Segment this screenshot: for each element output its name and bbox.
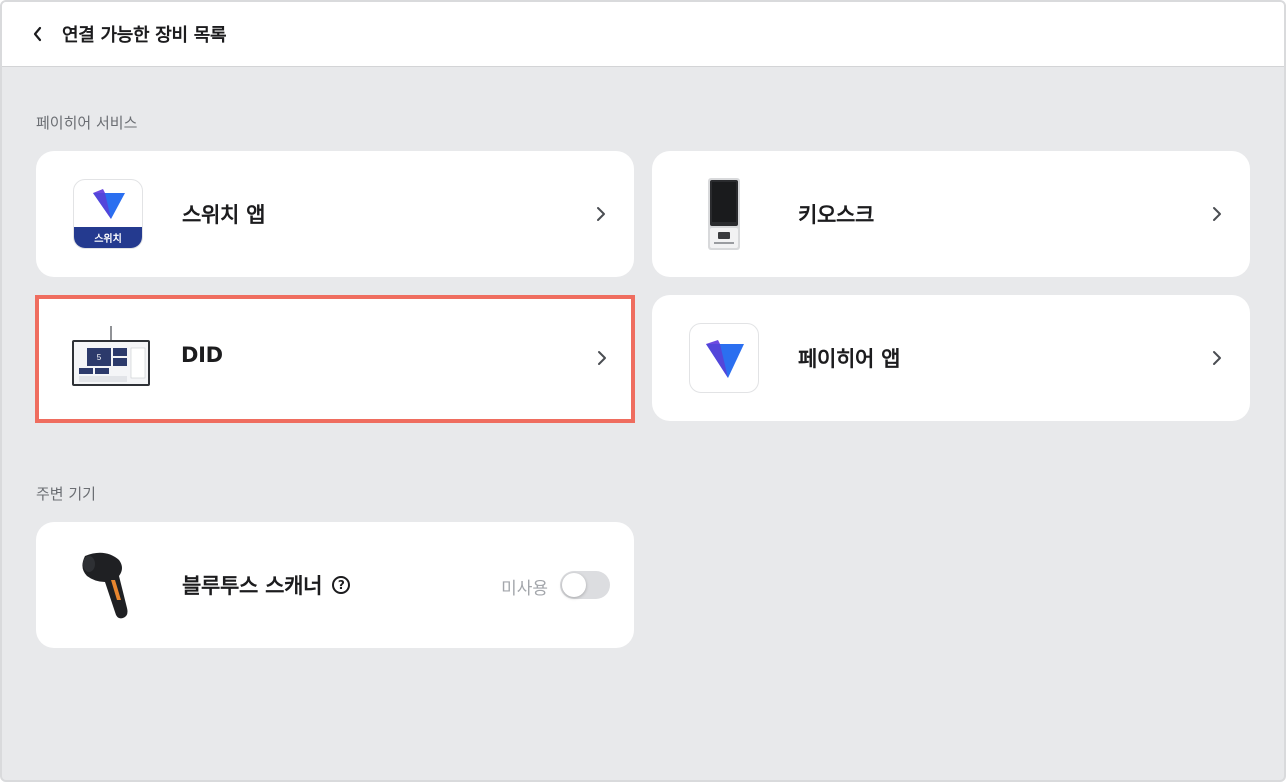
chevron-left-icon xyxy=(33,26,42,42)
section-title-peripherals: 주변 기기 xyxy=(36,485,96,503)
top-bar: 연결 가능한 장비 목록 xyxy=(2,2,1284,67)
payhere-logo-mark xyxy=(93,189,125,219)
did-screen-number: 5 xyxy=(97,353,102,362)
switch-app-banner: 스위치 xyxy=(74,227,142,248)
chevron-right-icon xyxy=(1210,348,1224,368)
device-label: DID xyxy=(181,343,223,367)
back-button[interactable] xyxy=(26,22,50,46)
page-title: 연결 가능한 장비 목록 xyxy=(62,25,227,46)
device-card-payhere-app[interactable]: 페이히어 앱 xyxy=(652,295,1250,421)
payhere-logo-mark xyxy=(706,340,744,378)
device-label: 키오스크 xyxy=(798,203,875,227)
toggle-status-label: 미사용 xyxy=(501,579,548,599)
device-label-row: 블루투스 스캐너? xyxy=(182,570,351,600)
section-title-payhere-services: 페이히어 서비스 xyxy=(36,114,138,132)
device-label: 블루투스 스캐너 xyxy=(182,574,323,598)
device-card-bluetooth-scanner: 블루투스 스캐너? 미사용 xyxy=(36,522,634,648)
toggle-knob xyxy=(562,573,586,597)
did-display-icon: 5 xyxy=(71,322,151,394)
app-window: 연결 가능한 장비 목록 페이히어 서비스 스위치 스위치 앱 키오스크 5 D… xyxy=(0,0,1286,782)
device-label: 스위치 앱 xyxy=(182,203,266,227)
kiosk-icon xyxy=(688,178,760,250)
chevron-right-icon xyxy=(594,204,608,224)
payhere-app-icon xyxy=(688,322,760,394)
scanner-toggle[interactable] xyxy=(560,571,610,599)
switch-app-icon: 스위치 xyxy=(72,178,144,250)
device-card-kiosk[interactable]: 키오스크 xyxy=(652,151,1250,277)
device-card-switch-app[interactable]: 스위치 스위치 앱 xyxy=(36,151,634,277)
device-card-did[interactable]: 5 DID xyxy=(35,295,635,423)
chevron-right-icon xyxy=(1210,204,1224,224)
question-circle-icon[interactable]: ? xyxy=(332,576,351,594)
barcode-scanner-icon xyxy=(72,549,144,621)
device-label: 페이히어 앱 xyxy=(798,347,901,371)
chevron-right-icon xyxy=(595,348,609,368)
